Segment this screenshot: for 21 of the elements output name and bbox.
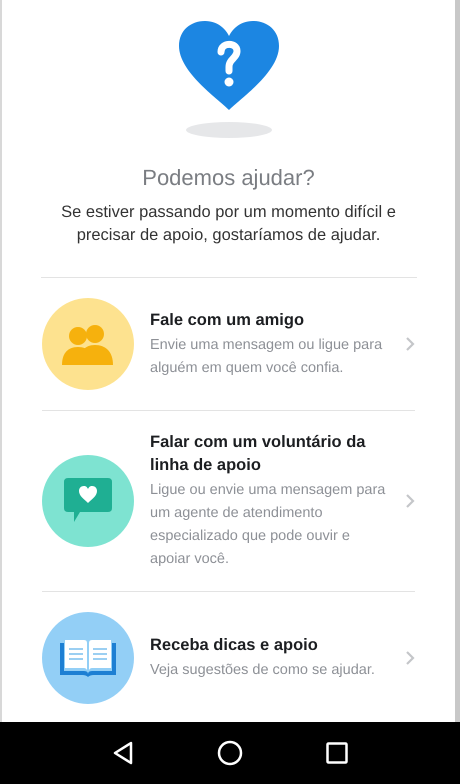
option-title: Fale com um amigo: [150, 310, 306, 330]
option-row[interactable]: Falar com um voluntário da linha de apoio Ligue ou envie uma mensagem para um agente de atendimento especializado que pode ouvir e apoiar você.: [42, 411, 415, 591]
option-description: Ligue ou envie uma mensagem para um agente de atendimento especializado que pode ouvir e apoiar você.: [150, 481, 386, 569]
recents-icon[interactable]: [326, 742, 348, 764]
help-message: Se estiver passando por um momento difícil e precisar de apoio, gostaríamos de ajudar.: [60, 202, 397, 246]
book-icon: [60, 639, 116, 677]
help-title: Podemos ajudar?: [142, 165, 315, 191]
option-description: Veja sugestões de como se ajudar.: [150, 661, 376, 680]
option-row[interactable]: Receba dicas e apoio Veja sugestões de como se ajudar.: [42, 592, 415, 722]
option-title: Falar com um voluntário da linha de apoio: [150, 432, 366, 476]
heart-question-icon: [176, 20, 280, 112]
option-row[interactable]: Fale com um amigo Envie uma mensagem ou ligue para alguém em quem você confia.: [42, 278, 415, 410]
chevron-right-icon: [405, 336, 415, 352]
option-description: Envie uma mensagem ou ligue para alguém em quem você confia.: [150, 336, 384, 378]
home-icon[interactable]: [216, 740, 243, 766]
people-icon: [61, 323, 115, 365]
chevron-right-icon: [405, 493, 415, 509]
chat-heart-icon: [64, 478, 112, 524]
chevron-right-icon: [405, 650, 415, 666]
option-title: Receba dicas e apoio: [150, 635, 319, 656]
back-icon[interactable]: [112, 741, 134, 765]
